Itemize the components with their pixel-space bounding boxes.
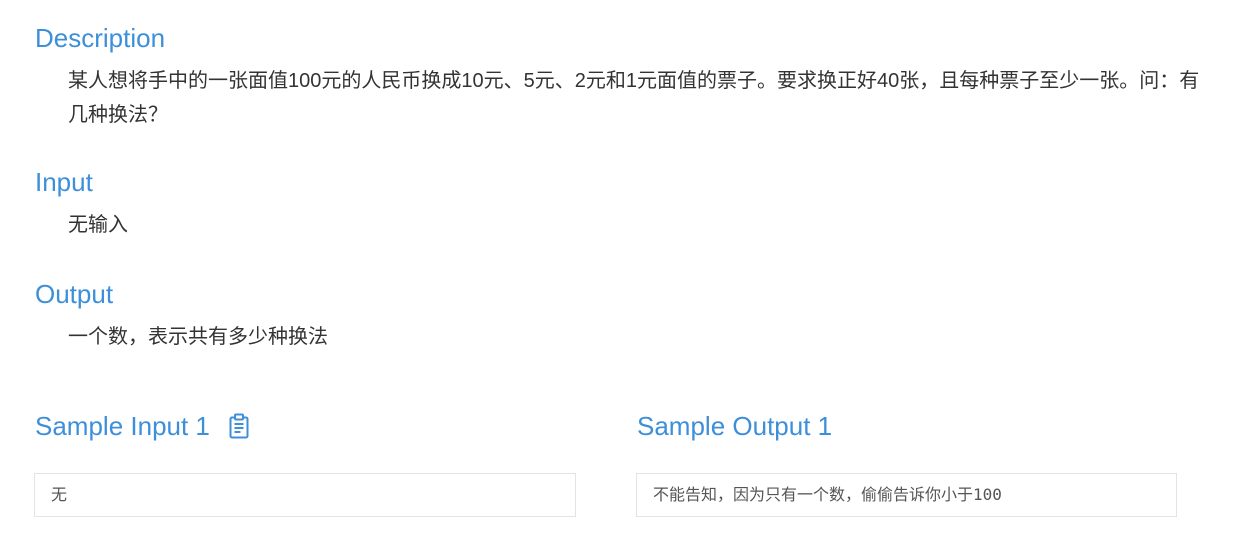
sample-output-box[interactable]: 不能告知，因为只有一个数，偷偷告诉你小于100 — [636, 473, 1177, 517]
output-text: 一个数，表示共有多少种换法 — [68, 326, 328, 348]
description-heading: Description — [35, 23, 166, 53]
output-heading: Output — [35, 279, 114, 309]
input-text: 无输入 — [68, 214, 128, 236]
description-text: 某人想将手中的一张面值100元的人民币换成10元、5元、2元和1元面值的票子。要… — [68, 70, 1200, 126]
sample-input-heading: Sample Input 1 — [35, 410, 250, 442]
clipboard-icon[interactable] — [228, 413, 250, 439]
input-heading: Input — [35, 167, 93, 197]
sample-output-heading: Sample Output 1 — [637, 411, 833, 441]
sample-input-box[interactable]: 无 — [34, 473, 576, 517]
sample-input-heading-label: Sample Input 1 — [35, 411, 210, 441]
